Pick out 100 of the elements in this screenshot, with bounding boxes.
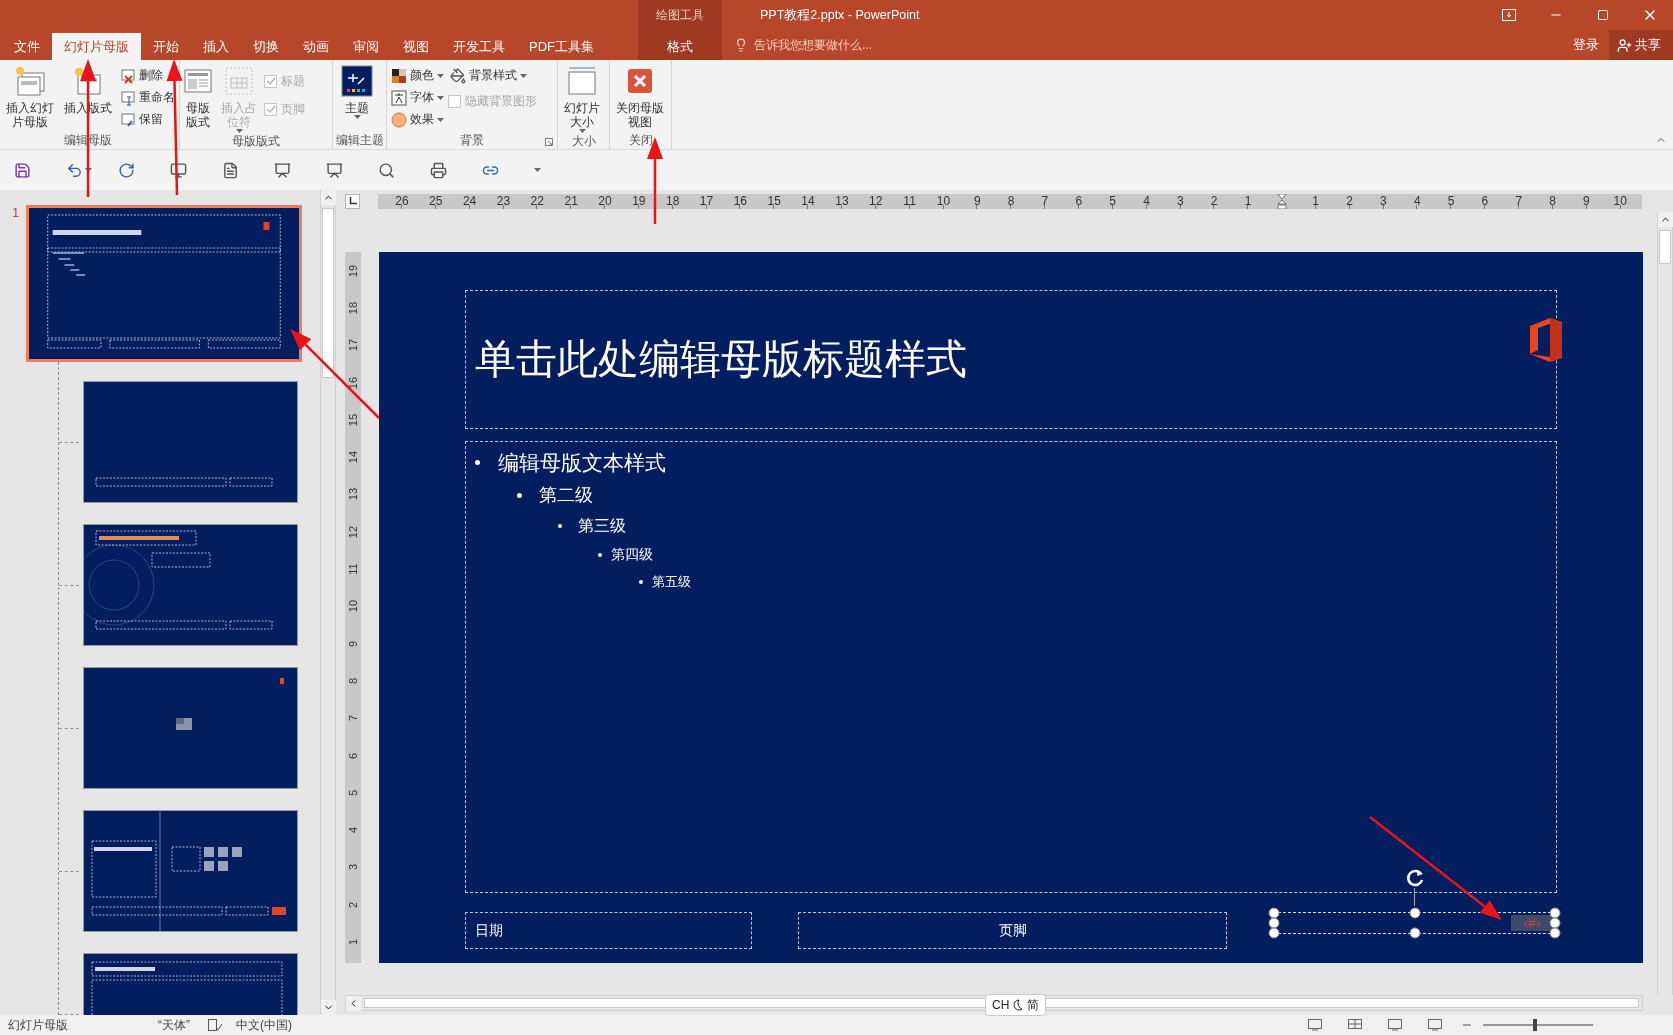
resize-handle[interactable]: [1549, 927, 1561, 939]
ruler-number: 2: [347, 901, 359, 908]
input-method-indicator[interactable]: CH 简: [985, 994, 1047, 1016]
ribbon-button[interactable]: 幻灯片大小: [560, 63, 604, 133]
ruler-number: 4: [1142, 193, 1151, 209]
ruler-number: 15: [766, 193, 782, 209]
ruler-number: 11: [902, 193, 917, 209]
ruler-number: 7: [347, 715, 359, 722]
ribbon-tab[interactable]: 开发工具: [441, 33, 517, 60]
caret-icon: [534, 168, 541, 172]
ruler-number: 5: [1446, 193, 1456, 209]
ruler-number: 9: [1582, 193, 1591, 209]
ruler-number: 18: [347, 301, 359, 315]
slide-number-field: ‹#›: [1511, 915, 1553, 931]
ruler-number: 1: [1243, 193, 1253, 209]
ruler-number: 10: [1612, 193, 1628, 209]
ribbon-tab[interactable]: 文件: [2, 33, 52, 60]
resize-handle[interactable]: [1268, 927, 1280, 939]
ribbon-tab[interactable]: PDF工具集: [517, 33, 606, 60]
ruler-number: 19: [631, 193, 647, 209]
ribbon-tab[interactable]: 动画: [291, 33, 341, 60]
indent-marker-icon: [1276, 193, 1287, 209]
ribbon-tab[interactable]: 开始: [141, 33, 191, 60]
bullet-icon: [639, 579, 643, 584]
ribbon-button[interactable]: 关闭母版视图: [612, 63, 668, 129]
ruler-number: 12: [347, 525, 359, 538]
scroll-up-button[interactable]: [321, 190, 336, 205]
resize-handle[interactable]: [1268, 907, 1280, 919]
ruler-number: 15: [347, 413, 359, 426]
placeholder-icon: [222, 64, 256, 98]
ribbon-button[interactable]: 效果: [389, 109, 446, 130]
slide-thumbnail[interactable]: [26, 205, 302, 362]
ruler-number: 3: [1176, 193, 1185, 209]
zoom-slider-thumb[interactable]: [1532, 1019, 1537, 1031]
ribbon-tab[interactable]: 格式: [655, 33, 705, 60]
slide-thumbnail[interactable]: [83, 381, 298, 503]
ruler-number: 7: [1514, 193, 1524, 209]
normal-view-icon: [1308, 1019, 1322, 1031]
ribbon-tab[interactable]: 视图: [391, 33, 441, 60]
ribbon-tab[interactable]: 幻灯片母版: [52, 33, 141, 60]
checkbox-label: 隐藏背景图形: [465, 92, 537, 110]
ribbon-button[interactable]: 重命名: [118, 87, 177, 108]
resize-handle[interactable]: [1409, 907, 1420, 919]
ruler-number: 3: [1379, 193, 1388, 209]
ruler-number: 3: [347, 864, 359, 871]
ribbon-tab[interactable]: 插入: [191, 33, 241, 60]
date-placeholder[interactable]: 日期: [465, 912, 752, 949]
slide-thumbnail[interactable]: [83, 810, 298, 932]
ribbon-button[interactable]: 主题: [335, 63, 379, 119]
sign-in-link[interactable]: 登录: [1563, 30, 1609, 60]
bullet-icon: [558, 524, 562, 528]
bullet-icon: [475, 460, 480, 465]
slide-thumbnail[interactable]: [83, 667, 298, 789]
ribbon-tab[interactable]: 审阅: [341, 33, 391, 60]
slide-sorter-icon: [1348, 1019, 1362, 1031]
ribbon-button[interactable]: 背景样式: [448, 65, 529, 86]
resize-handle[interactable]: [1549, 917, 1561, 929]
presentation-icon: [326, 161, 343, 179]
ruler-number: 16: [732, 193, 749, 209]
scroll-left-button[interactable]: [346, 996, 361, 1011]
footer-placeholder[interactable]: 页脚: [798, 912, 1227, 949]
resize-handle[interactable]: [1268, 917, 1280, 929]
ribbon-button[interactable]: 母版版式: [182, 63, 214, 129]
ruler-number: 12: [868, 193, 884, 209]
ribbon-tab[interactable]: 切换: [241, 33, 291, 60]
ribbon-button[interactable]: 删除: [118, 65, 165, 86]
undo-icon: [66, 161, 83, 179]
ruler-number: 9: [347, 640, 359, 647]
scroll-down-button[interactable]: [321, 1000, 336, 1015]
ruler-number: 6: [347, 752, 359, 759]
status-text: “天体”: [158, 1016, 190, 1034]
ribbon-button[interactable]: 插入幻灯片母版: [2, 63, 58, 129]
ruler-number: 1: [1311, 193, 1321, 209]
resize-handle[interactable]: [1549, 907, 1561, 919]
slide-thumbnail[interactable]: [83, 524, 298, 646]
ribbon-button[interactable]: 字体: [389, 87, 446, 108]
font-icon: [391, 89, 407, 106]
paint-bucket-icon: [450, 67, 466, 84]
ruler-number: 2: [1345, 193, 1354, 209]
ruler-number: 10: [347, 600, 359, 613]
ruler-number: 5: [1108, 193, 1117, 209]
tab-selector[interactable]: [345, 193, 360, 209]
scrollbar-thumb[interactable]: [1659, 230, 1671, 264]
group-label: 背景: [460, 131, 484, 149]
tell-me-field[interactable]: 告诉我您想要做什么...: [752, 37, 952, 53]
scroll-up-button[interactable]: [1658, 212, 1673, 227]
ruler-number: 8: [1548, 193, 1557, 209]
slideshow-icon: [1428, 1019, 1442, 1031]
scrollbar-thumb[interactable]: [322, 208, 334, 378]
text-box-icon: [222, 161, 239, 179]
text-placeholder[interactable]: 编辑母版文本样式 第二级 第三级 第四级 第五级: [465, 441, 1557, 893]
resize-handle[interactable]: [1409, 927, 1420, 939]
bullet-text: 第五级: [652, 572, 691, 591]
ruler-number: 18: [665, 193, 681, 209]
share-button[interactable]: 共享: [1609, 30, 1673, 60]
group-label: 编辑母版: [63, 131, 112, 149]
ribbon-button[interactable]: 颜色: [389, 65, 446, 86]
bullet-icon: [598, 552, 602, 557]
ribbon-button[interactable]: 保留: [118, 109, 165, 130]
slides-icon: [13, 64, 47, 98]
